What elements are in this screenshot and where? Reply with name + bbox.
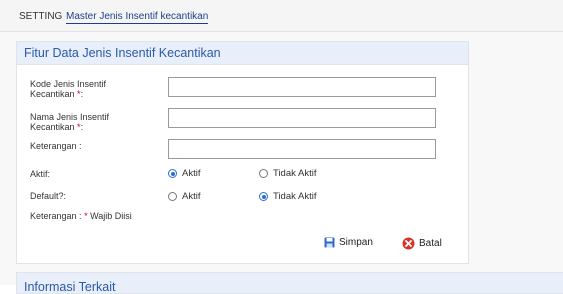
colon: : <box>80 122 84 132</box>
radio-checked-icon <box>168 169 177 178</box>
tidak-aktif-option-label: Tidak Aktif <box>273 191 317 202</box>
nama-label: Nama Jenis Insentif Kecantikan *: <box>30 112 109 132</box>
info-panel-title: Informasi Terkait <box>24 280 116 294</box>
keterangan-input[interactable] <box>168 139 436 159</box>
radio-unchecked-icon <box>259 169 268 178</box>
keterangan-label: Keterangan : <box>30 141 82 151</box>
nama-label-line2: Kecantikan <box>30 122 75 132</box>
note-required-mark: * <box>84 211 88 221</box>
breadcrumb-setting: SETTING <box>19 11 63 22</box>
cancel-label: Batal <box>419 238 442 249</box>
form-panel: Fitur Data Jenis Insentif Kecantikan Kod… <box>16 41 469 264</box>
aktif-option-label: Aktif <box>182 168 201 179</box>
tidak-aktif-option-label: Tidak Aktif <box>273 168 317 179</box>
form-title: Fitur Data Jenis Insentif Kecantikan <box>24 46 221 60</box>
save-label: Simpan <box>339 237 373 248</box>
cancel-x-icon <box>402 237 415 250</box>
kode-label-line2: Kecantikan <box>30 89 75 99</box>
top-bar: SETTING Master Jenis Insentif kecantikan <box>0 0 563 32</box>
note-prefix: Keterangan : <box>30 211 82 221</box>
floppy-disk-icon <box>324 237 335 248</box>
kode-input[interactable] <box>168 77 436 97</box>
form-panel-header: Fitur Data Jenis Insentif Kecantikan <box>17 42 468 65</box>
default-radio-tidak-aktif[interactable]: Tidak Aktif <box>259 191 316 202</box>
default-radio-aktif[interactable]: Aktif <box>168 191 200 202</box>
default-label: Default?: <box>30 191 67 201</box>
info-panel-header: Informasi Terkait <box>16 272 563 294</box>
aktif-option-label: Aktif <box>182 191 201 202</box>
breadcrumb-current-tab[interactable]: Master Jenis Insentif kecantikan <box>66 11 209 24</box>
note-text: Wajib Diisi <box>90 211 132 221</box>
radio-checked-icon <box>259 192 268 201</box>
aktif-radio-aktif[interactable]: Aktif <box>168 168 200 179</box>
aktif-label: Aktif: <box>30 169 51 179</box>
save-button[interactable]: Simpan <box>324 237 373 248</box>
kode-label-line1: Kode Jenis Insentif <box>30 79 107 89</box>
nama-label-line1: Nama Jenis Insentif <box>30 112 110 122</box>
colon: : <box>80 89 84 99</box>
nama-input[interactable] <box>168 108 436 128</box>
radio-unchecked-icon <box>168 192 177 201</box>
aktif-radio-tidak-aktif[interactable]: Tidak Aktif <box>259 168 316 179</box>
kode-label: Kode Jenis Insentif Kecantikan *: <box>30 79 106 99</box>
required-note: Keterangan : * Wajib Diisi <box>30 211 132 221</box>
cancel-button[interactable]: Batal <box>402 237 442 250</box>
